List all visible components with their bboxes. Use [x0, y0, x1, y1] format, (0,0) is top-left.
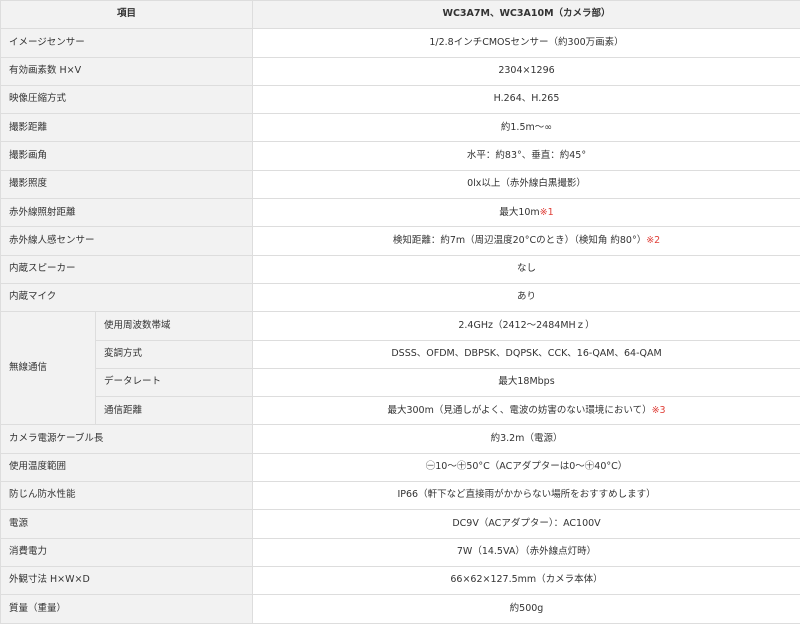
row-label: 防じん防水性能: [0, 481, 254, 511]
footnote-mark: ※2: [646, 234, 661, 246]
row-value: 2304×1296: [252, 56, 800, 86]
table-row: 変調方式 DSSS、OFDM、DBPSK、DQPSK、CCK、16-QAM、64…: [1, 339, 800, 369]
row-label: イメージセンサー: [0, 28, 254, 58]
row-value-cell: 検知距離：約7m（周辺温度20°Cのとき）（検知角 約80°）※2: [252, 226, 800, 256]
row-label: 電源: [0, 509, 254, 539]
row-value: 最大10m: [499, 206, 540, 218]
table-row: 内蔵マイク あり: [0, 282, 800, 313]
table-row: 質量（重量） 約500g: [0, 594, 800, 624]
row-value: 検知距離：約7m（周辺温度20°Cのとき）（検知角 約80°）: [392, 234, 647, 246]
table-row: 無線通信 使用周波数帯域 2.4GHz（2412～2484MHｚ）: [0, 311, 800, 426]
sub-row-label: データレート: [94, 367, 254, 398]
row-value-cell: 最大300m（見通しがよく、電波の妨害のない環境において）※3: [252, 396, 800, 426]
row-label: 質量（重量）: [0, 594, 254, 624]
footnote-mark: ※3: [651, 404, 666, 416]
row-value: DC9V（ACアダプター）：AC100V: [252, 509, 800, 539]
row-label: 使用温度範囲: [0, 452, 254, 483]
row-value: なし: [252, 254, 800, 284]
table-row: 消費電力 7W（14.5VA）（赤外線点灯時）: [0, 537, 800, 567]
table-row: 内蔵スピーカー なし: [0, 254, 800, 284]
sub-row-label: 変調方式: [94, 339, 254, 369]
row-label: 内蔵スピーカー: [0, 254, 254, 284]
sub-row-label: 使用周波数帯域: [94, 311, 254, 341]
table-row: 外観寸法 H×W×D 66×62×127.5mm（カメラ本体）: [0, 565, 800, 596]
table-row: 使用温度範囲 ㊀10～㊉50°C（ACアダプターは0～㊉40°C）: [0, 452, 800, 483]
table-header-row: 項目 WC3A7M、WC3A10M（カメラ部）: [0, 0, 800, 30]
row-value: 7W（14.5VA）（赤外線点灯時）: [252, 537, 800, 567]
table-row: 撮影照度 0lx以上（赤外線白黒撮影）: [0, 169, 800, 200]
row-value: 1/2.8インチCMOSセンサー（約300万画素）: [252, 28, 800, 58]
row-value: IP66（軒下など直接雨がかからない場所をおすすめします）: [252, 481, 800, 511]
row-label: 撮影画角: [0, 141, 254, 171]
row-value: 約3.2m（電源）: [252, 424, 800, 454]
table-row: 撮影距離 約1.5m～∞: [0, 113, 800, 143]
table-row: カメラ電源ケーブル長 約3.2m（電源）: [0, 424, 800, 454]
group-label-wireless: 無線通信: [0, 311, 96, 426]
row-label: 赤外線照射距離: [0, 198, 254, 228]
row-value: H.264、H.265: [252, 84, 800, 115]
table-row: 赤外線照射距離 最大10m※1: [0, 198, 800, 228]
row-label: 外観寸法 H×W×D: [0, 565, 254, 596]
row-value: DSSS、OFDM、DBPSK、DQPSK、CCK、16-QAM、64-QAM: [252, 339, 800, 369]
table-row: 防じん防水性能 IP66（軒下など直接雨がかからない場所をおすすめします）: [0, 481, 800, 511]
row-label: 撮影距離: [0, 113, 254, 143]
table-row: 有効画素数 H×V 2304×1296: [0, 56, 800, 86]
row-value: あり: [252, 282, 800, 313]
table-row: 通信距離 最大300m（見通しがよく、電波の妨害のない環境において）※3: [1, 396, 800, 426]
row-label: 有効画素数 H×V: [0, 56, 254, 86]
footnote-mark: ※1: [539, 206, 554, 218]
row-label: 内蔵マイク: [0, 282, 254, 313]
row-value: 66×62×127.5mm（カメラ本体）: [252, 565, 800, 596]
row-label: カメラ電源ケーブル長: [0, 424, 254, 454]
table-row: 電源 DC9V（ACアダプター）：AC100V: [0, 509, 800, 539]
table-row: 赤外線人感センサー 検知距離：約7m（周辺温度20°Cのとき）（検知角 約80°…: [0, 226, 800, 256]
table-row: イメージセンサー 1/2.8インチCMOSセンサー（約300万画素）: [0, 28, 800, 58]
row-label: 赤外線人感センサー: [0, 226, 254, 256]
row-label: 映像圧縮方式: [0, 84, 254, 115]
spec-table: 項目 WC3A7M、WC3A10M（カメラ部） イメージセンサー 1/2.8イン…: [0, 0, 800, 624]
row-value: 水平：約83°、垂直：約45°: [252, 141, 800, 171]
row-value: 約500g: [252, 594, 800, 624]
row-value: 約1.5m～∞: [252, 113, 800, 143]
row-value: 最大300m（見通しがよく、電波の妨害のない環境において）: [387, 404, 652, 416]
row-value-cell: 最大10m※1: [252, 198, 800, 228]
row-value: ㊀10～㊉50°C（ACアダプターは0～㊉40°C）: [252, 452, 800, 483]
table-row: データレート 最大18Mbps: [1, 367, 800, 398]
row-value: 0lx以上（赤外線白黒撮影）: [252, 169, 800, 200]
row-value: 最大18Mbps: [252, 367, 800, 398]
sub-row-label: 通信距離: [94, 396, 254, 426]
header-item: 項目: [0, 0, 254, 30]
row-value: 2.4GHz（2412～2484MHｚ）: [252, 311, 800, 341]
row-label: 消費電力: [0, 537, 254, 567]
row-label: 撮影照度: [0, 169, 254, 200]
table-row: 撮影画角 水平：約83°、垂直：約45°: [0, 141, 800, 171]
table-row: 映像圧縮方式 H.264、H.265: [0, 84, 800, 115]
header-model: WC3A7M、WC3A10M（カメラ部）: [252, 0, 800, 30]
